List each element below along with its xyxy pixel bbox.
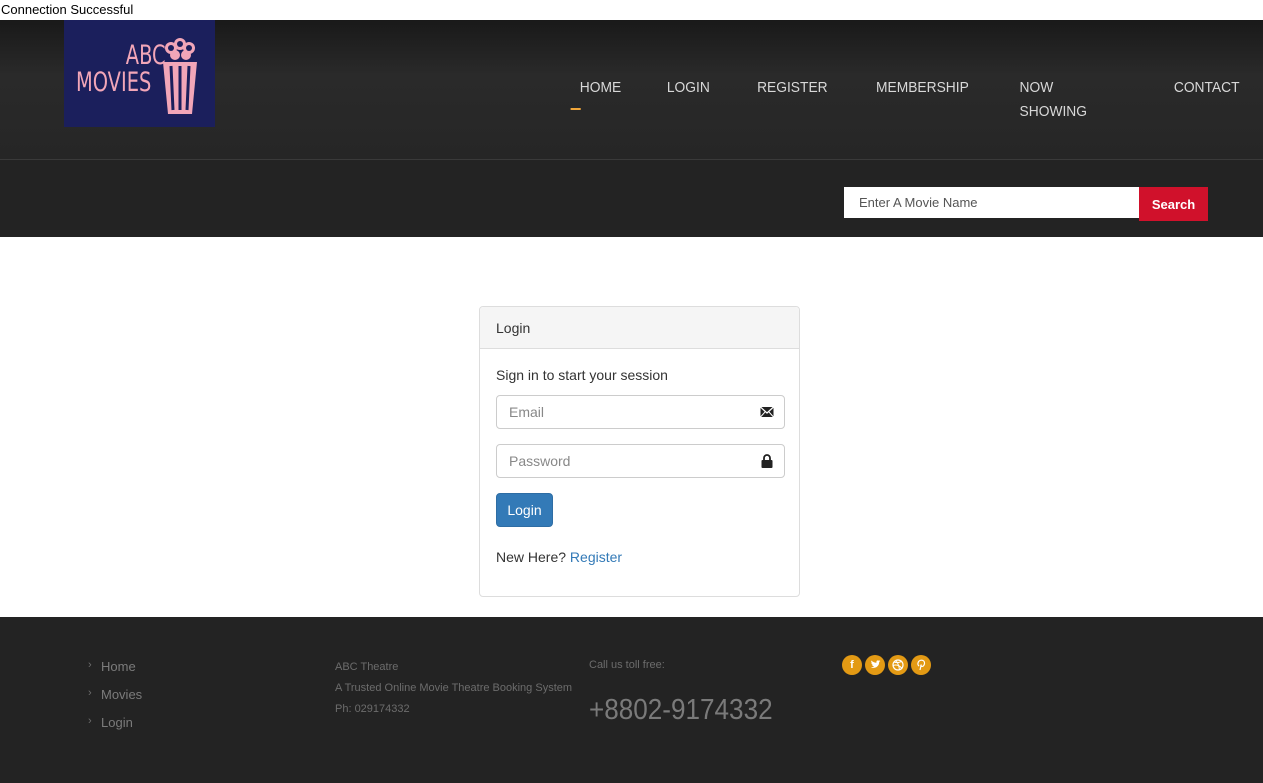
footer-theatre-name: ABC Theatre <box>335 661 399 673</box>
connection-status-text: Connection Successful <box>1 2 134 17</box>
new-here-line: New Here? Register <box>496 549 783 565</box>
site-footer: › Home › Movies › Login ABC Theatre A Trust… <box>0 617 1263 783</box>
password-field-group <box>496 444 785 478</box>
popcorn-icon <box>163 38 197 114</box>
password-field[interactable] <box>497 445 784 477</box>
chevron-right-icon: › <box>88 715 92 727</box>
footer-link-movies[interactable]: › Movies <box>88 685 142 713</box>
header-top-bar: ABC MOVIES HOME LOGIN REGISTER MEMBERSHI… <box>0 20 1263 160</box>
new-here-text: New Here? <box>496 549 567 565</box>
pinterest-icon[interactable] <box>911 655 931 675</box>
footer-link-login[interactable]: › Login <box>88 713 142 741</box>
logo-wordmark: ABC MOVIES <box>76 42 166 98</box>
email-field-group <box>496 395 785 429</box>
footer-about: ABC Theatre A Trusted Online Movie Theat… <box>335 657 572 720</box>
footer-toll-free-number: +8802-9174332 <box>589 694 773 726</box>
footer-call-label: Call us toll free: <box>589 659 665 671</box>
nav-register[interactable]: REGISTER <box>757 76 828 100</box>
facebook-icon[interactable]: f <box>842 655 862 675</box>
footer-link-label: Movies <box>101 687 143 702</box>
login-panel: Login Sign in to start your session Logi… <box>479 306 800 597</box>
nav-membership[interactable]: MEMBERSHIP <box>876 76 969 100</box>
nav-contact[interactable]: CONTACT <box>1173 76 1239 100</box>
dribbble-icon[interactable] <box>888 655 908 675</box>
chevron-right-icon: › <box>88 687 92 699</box>
twitter-icon[interactable] <box>865 655 885 675</box>
site-header: ABC MOVIES HOME LOGIN REGISTER MEMBERSHI… <box>0 20 1263 237</box>
nav-now-showing[interactable]: NOW SHOWING <box>1020 76 1124 120</box>
footer-tagline: A Trusted Online Movie Theatre Booking S… <box>335 682 573 694</box>
movie-search-form: Search <box>844 187 1208 221</box>
login-panel-body: Sign in to start your session Login New … <box>480 349 799 581</box>
email-field[interactable] <box>497 396 784 428</box>
lock-icon <box>761 454 773 468</box>
nav-home[interactable]: HOME <box>570 76 621 110</box>
login-submit-button[interactable]: Login <box>496 493 553 527</box>
search-button[interactable]: Search <box>1139 187 1208 221</box>
footer-links: › Home › Movies › Login <box>88 657 142 741</box>
social-links: f <box>842 655 931 675</box>
login-subtitle: Sign in to start your session <box>496 367 668 383</box>
footer-link-label: Login <box>101 715 133 730</box>
logo-line-1: ABC <box>125 40 166 71</box>
nav-login[interactable]: LOGIN <box>667 76 710 100</box>
chevron-right-icon: › <box>88 659 92 671</box>
site-logo[interactable]: ABC MOVIES <box>64 20 215 127</box>
main-nav: HOME LOGIN REGISTER MEMBERSHIP NOW SHOWI… <box>557 76 1263 120</box>
logo-line-2: MOVIES <box>76 67 152 98</box>
footer-phone: Ph: 029174332 <box>335 703 410 715</box>
movie-search-input[interactable] <box>844 187 1139 218</box>
footer-link-label: Home <box>101 659 136 674</box>
footer-link-home[interactable]: › Home <box>88 657 142 685</box>
register-link[interactable]: Register <box>570 549 622 565</box>
envelope-icon <box>760 406 774 418</box>
login-panel-heading: Login <box>480 307 799 349</box>
